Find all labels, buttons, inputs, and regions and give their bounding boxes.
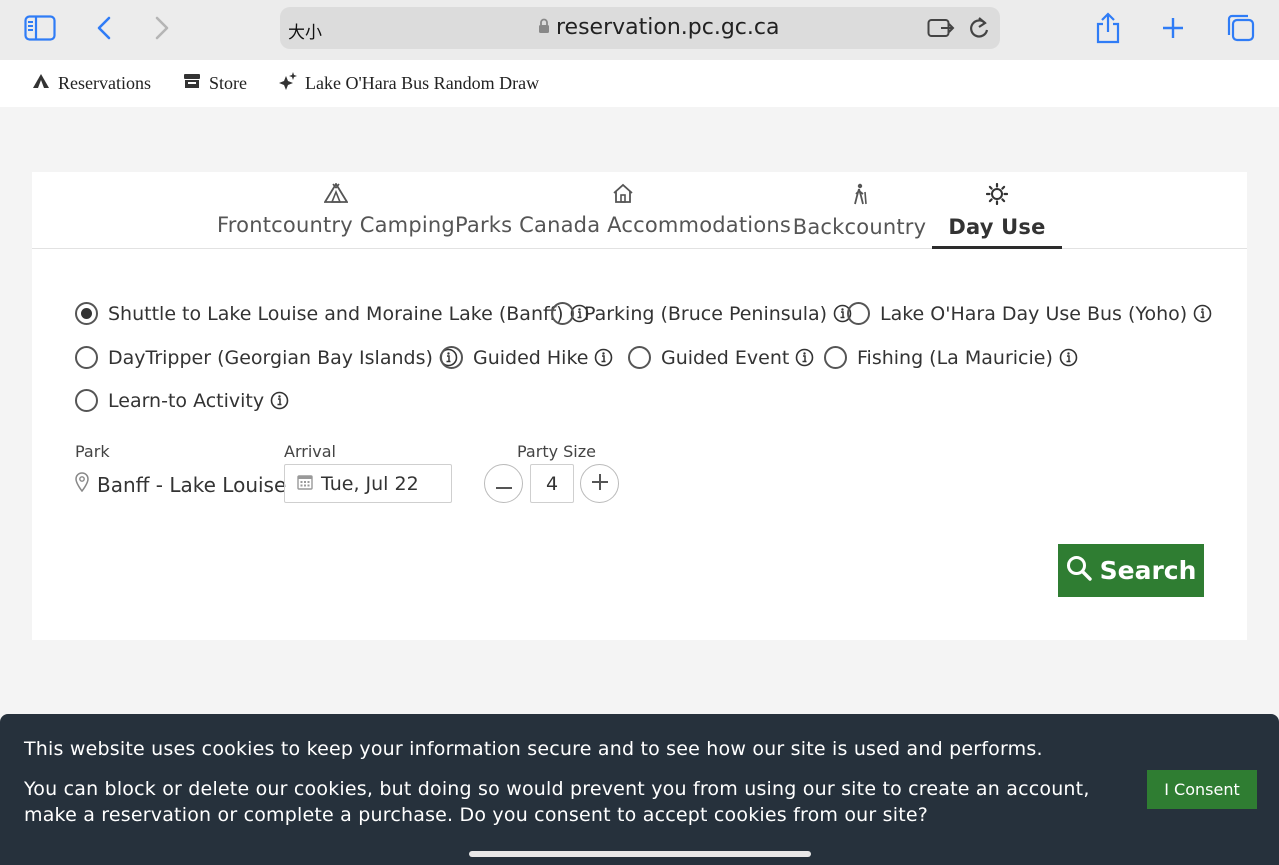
- radio-label: Guided Event: [661, 346, 790, 369]
- consent-button[interactable]: I Consent: [1147, 770, 1257, 809]
- radio-guided-event[interactable]: Guided Event: [628, 346, 814, 369]
- info-icon[interactable]: [1059, 348, 1078, 367]
- tab-bar: Frontcountry Camping Parks Canada Accomm…: [32, 172, 1247, 249]
- tab-day-use[interactable]: Day Use: [932, 172, 1062, 249]
- search-card: Frontcountry Camping Parks Canada Accomm…: [32, 172, 1247, 640]
- cookie-banner: This website uses cookies to keep your i…: [0, 714, 1279, 865]
- tab-frontcountry-camping[interactable]: Frontcountry Camping: [217, 172, 455, 249]
- radio-button[interactable]: [824, 346, 847, 369]
- radio-button[interactable]: [440, 346, 463, 369]
- radio-label: Fishing (La Mauricie): [857, 346, 1053, 369]
- domain-text: reservation.pc.gc.ca: [556, 15, 780, 40]
- party-size-input[interactable]: 4: [530, 464, 574, 503]
- cookie-message-secondary: You can block or delete our cookies, but…: [24, 778, 1090, 826]
- nav-reservations[interactable]: Reservations: [32, 73, 151, 94]
- text-size-button[interactable]: 大小: [288, 18, 322, 43]
- sidebar-icon[interactable]: [22, 12, 58, 44]
- calendar-icon: [297, 473, 313, 495]
- park-label: Park: [75, 442, 110, 461]
- radio-button[interactable]: [628, 346, 651, 369]
- tab-backcountry[interactable]: Backcountry: [793, 172, 926, 249]
- radio-label: Guided Hike: [473, 346, 589, 369]
- radio-shuttle-lake-louise[interactable]: Shuttle to Lake Louise and Moraine Lake …: [75, 302, 589, 325]
- tab-label: Parks Canada Accommodations: [454, 213, 792, 237]
- radio-fishing-la-mauricie[interactable]: Fishing (La Mauricie): [824, 346, 1078, 369]
- browser-toolbar: 大小 reservation.pc.gc.ca: [0, 0, 1279, 60]
- info-icon[interactable]: [594, 348, 613, 367]
- radio-parking-bruce-peninsula[interactable]: Parking (Bruce Peninsula): [551, 302, 852, 325]
- nav-lake-ohara-draw[interactable]: Lake O'Hara Bus Random Draw: [278, 72, 540, 95]
- radio-button[interactable]: [75, 346, 98, 369]
- tent-icon: [323, 182, 349, 208]
- radio-button[interactable]: [75, 389, 98, 412]
- radio-label: DayTripper (Georgian Bay Islands): [108, 346, 433, 369]
- radio-guided-hike[interactable]: Guided Hike: [440, 346, 613, 369]
- nav-reservations-label: Reservations: [58, 73, 151, 93]
- search-button[interactable]: Search: [1058, 544, 1204, 597]
- info-icon[interactable]: [795, 348, 814, 367]
- nav-store[interactable]: Store: [183, 73, 247, 94]
- radio-button[interactable]: [847, 302, 870, 325]
- sparkle-icon: [278, 72, 297, 95]
- party-size-decrement[interactable]: [484, 464, 523, 503]
- radio-label: Lake O'Hara Day Use Bus (Yoho): [880, 302, 1188, 325]
- tab-label: Frontcountry Camping: [217, 213, 455, 237]
- radio-button-checked[interactable]: [75, 302, 98, 325]
- tent-icon: [32, 73, 50, 94]
- radio-label: Learn-to Activity: [108, 389, 265, 412]
- radio-daytripper[interactable]: DayTripper (Georgian Bay Islands): [75, 346, 458, 369]
- nav-lake-ohara-draw-label: Lake O'Hara Bus Random Draw: [304, 73, 540, 93]
- radio-label: Parking (Bruce Peninsula): [584, 302, 828, 325]
- party-size-label: Party Size: [517, 442, 596, 461]
- cookie-message-primary: This website uses cookies to keep your i…: [24, 738, 1043, 760]
- address-bar[interactable]: 大小 reservation.pc.gc.ca: [280, 7, 1000, 49]
- new-tab-icon[interactable]: [1160, 12, 1186, 44]
- extension-icon[interactable]: [927, 15, 955, 41]
- back-icon[interactable]: [92, 12, 116, 44]
- store-icon: [183, 73, 201, 94]
- minus-icon: [495, 474, 512, 493]
- forward-icon[interactable]: [150, 12, 174, 44]
- radio-label: Shuttle to Lake Louise and Moraine Lake …: [108, 302, 564, 325]
- home-indicator: [469, 851, 811, 857]
- arrival-date-value: Tue, Jul 22: [321, 472, 419, 495]
- lock-icon: [538, 15, 550, 40]
- tab-label: Day Use: [948, 215, 1046, 239]
- park-value-text: Banff - Lake Louise: [97, 472, 287, 497]
- radio-button[interactable]: [551, 302, 574, 325]
- nav-store-label: Store: [208, 73, 247, 93]
- site-nav: Reservations Store Lake O'Hara Bus Rando…: [0, 60, 1279, 107]
- info-icon[interactable]: [1193, 304, 1212, 323]
- radio-lake-ohara-bus[interactable]: Lake O'Hara Day Use Bus (Yoho): [847, 302, 1212, 325]
- location-pin-icon: [75, 472, 89, 497]
- arrival-date-input[interactable]: Tue, Jul 22: [284, 464, 452, 503]
- info-icon[interactable]: [270, 391, 289, 410]
- radio-learn-to-activity[interactable]: Learn-to Activity: [75, 389, 289, 412]
- search-icon: [1066, 555, 1092, 587]
- url-display[interactable]: reservation.pc.gc.ca: [538, 15, 779, 40]
- hiker-icon: [851, 183, 869, 210]
- house-icon: [612, 183, 634, 208]
- tabs-icon[interactable]: [1226, 12, 1256, 44]
- plus-icon: [591, 473, 608, 494]
- share-icon[interactable]: [1094, 12, 1122, 44]
- arrival-label: Arrival: [284, 442, 336, 461]
- tab-label: Backcountry: [792, 215, 927, 239]
- party-size-increment[interactable]: [580, 464, 619, 503]
- reload-icon[interactable]: [968, 15, 990, 41]
- park-selector[interactable]: Banff - Lake Louise: [75, 472, 286, 497]
- tab-parks-canada-accommodations[interactable]: Parks Canada Accommodations: [455, 172, 791, 249]
- search-button-label: Search: [1099, 556, 1197, 585]
- sun-icon: [985, 182, 1009, 210]
